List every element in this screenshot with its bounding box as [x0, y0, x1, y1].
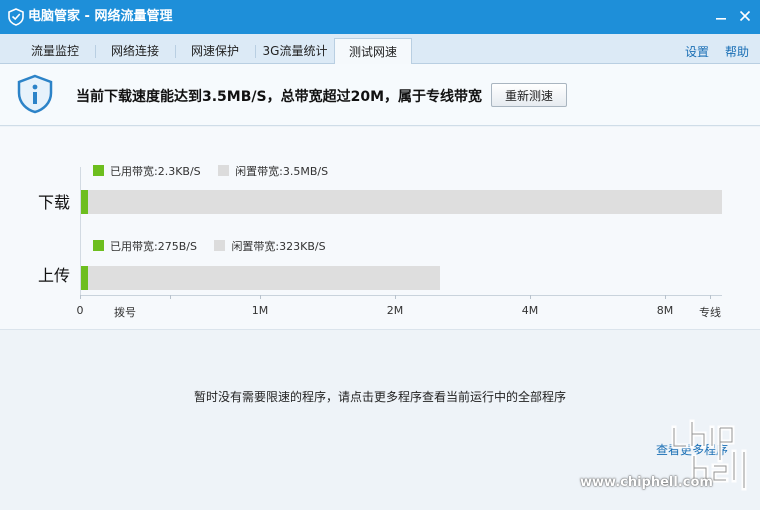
tick-mark — [80, 295, 81, 299]
result-banner: 当前下载速度能达到3.5MB/S，总带宽超过20M，属于专线带宽 重新测速 — [0, 64, 760, 126]
tick-label-8m: 8M — [656, 304, 674, 317]
info-shield-icon — [17, 74, 53, 114]
tick-label-2m: 2M — [386, 304, 404, 317]
tick-label-dialup: 拨号 — [114, 306, 136, 319]
tick-label-0: 0 — [76, 304, 84, 317]
help-link[interactable]: 帮助 — [725, 43, 749, 60]
upload-label: 上传 — [38, 266, 71, 285]
tab-divider — [175, 45, 176, 58]
tick-label-4m: 4M — [521, 304, 539, 317]
download-idle-legend: 闲置带宽:3.5MB/S — [235, 165, 329, 178]
no-limited-programs-notice: 暂时没有需要限速的程序，请点击更多程序查看当前运行中的全部程序 — [193, 390, 566, 404]
tab-3g-traffic-stats[interactable]: 3G流量统计 — [257, 38, 333, 64]
tick-mark — [710, 295, 711, 299]
tab-divider — [255, 45, 256, 58]
upload-used-bar — [81, 266, 88, 290]
window-title: 电脑管家 - 网络流量管理 — [28, 9, 173, 24]
download-bar — [81, 190, 722, 214]
tab-bar: 流量监控 网络连接 网速保护 3G流量统计 测试网速 设置 帮助 — [0, 34, 760, 65]
tick-mark — [665, 295, 666, 299]
tab-speed-protection[interactable]: 网速保护 — [177, 38, 253, 64]
close-icon[interactable] — [736, 7, 754, 25]
download-used-bar — [81, 190, 88, 214]
upload-bar — [81, 266, 440, 290]
used-bandwidth-swatch — [93, 165, 104, 176]
minimize-icon[interactable] — [712, 7, 730, 25]
upload-used-legend: 已用带宽:275B/S — [110, 240, 197, 253]
tick-mark — [530, 295, 531, 299]
used-bandwidth-swatch — [93, 240, 104, 251]
upload-legend: 已用带宽:275B/S 闲置带宽:323KB/S — [93, 240, 326, 254]
retest-button[interactable]: 重新测速 — [491, 83, 567, 107]
download-label: 下载 — [38, 193, 71, 212]
settings-link[interactable]: 设置 — [685, 43, 709, 60]
watermark-url: www.chiphell.com — [580, 475, 713, 490]
tick-mark — [170, 295, 171, 299]
tab-traffic-monitor[interactable]: 流量监控 — [17, 38, 93, 64]
tick-label-1m: 1M — [251, 304, 269, 317]
tick-mark — [395, 295, 396, 299]
idle-bandwidth-swatch — [214, 240, 226, 251]
download-used-legend: 已用带宽:2.3KB/S — [110, 165, 201, 178]
bandwidth-chart: 已用带宽:2.3KB/S 闲置带宽:3.5MB/S 下载 已用带宽:275B/S… — [0, 127, 760, 330]
tab-speed-test[interactable]: 测试网速 — [334, 38, 412, 65]
tab-network-connections[interactable]: 网络连接 — [97, 38, 173, 64]
tab-divider — [95, 45, 96, 58]
chiphell-watermark: www.chiphell.com — [576, 416, 756, 508]
upload-idle-legend: 闲置带宽:323KB/S — [231, 240, 326, 253]
x-axis — [80, 295, 722, 296]
shield-logo-icon — [8, 8, 24, 26]
title-bar: 电脑管家 - 网络流量管理 — [0, 0, 760, 34]
download-legend: 已用带宽:2.3KB/S 闲置带宽:3.5MB/S — [93, 165, 328, 179]
tick-mark — [260, 295, 261, 299]
idle-bandwidth-swatch — [218, 165, 230, 176]
tick-label-dedicated: 专线 — [699, 306, 721, 319]
speed-result-message: 当前下载速度能达到3.5MB/S，总带宽超过20M，属于专线带宽 — [76, 89, 483, 105]
